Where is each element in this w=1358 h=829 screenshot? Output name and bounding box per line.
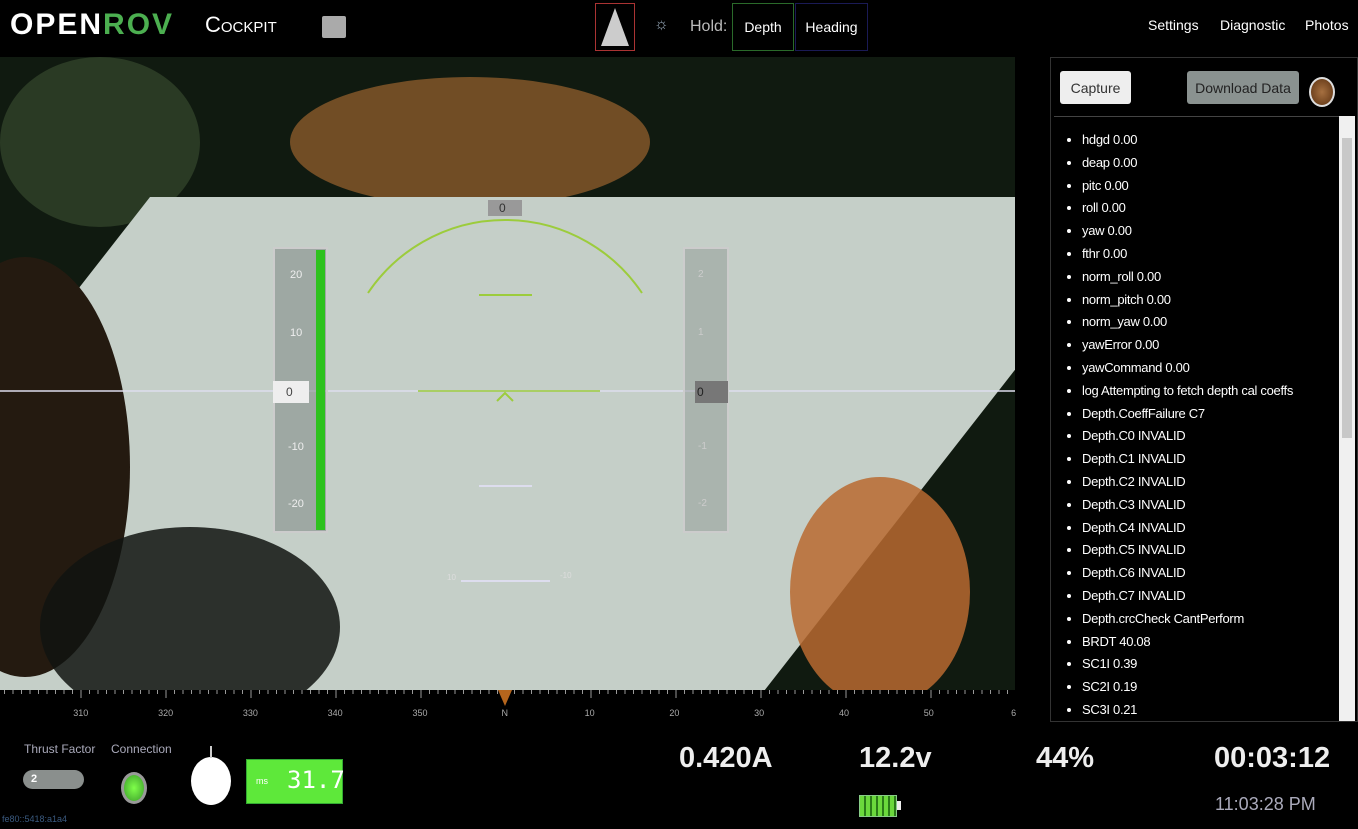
log-entry: log Attempting to fetch depth cal coeffs xyxy=(1082,380,1339,403)
scrollbar-thumb[interactable] xyxy=(1342,138,1352,438)
lights-icon[interactable]: ☼ xyxy=(654,16,669,34)
camera-video-feed: 0 0 0 20 10 -10 -20 2 1 -1 -2 10 -10 xyxy=(0,57,1015,690)
current-readout: 0.420A xyxy=(679,742,773,774)
hold-depth-button[interactable]: Depth xyxy=(732,3,794,51)
top-bar: OPENROV Cockpit ☼ Hold: Depth Heading Se… xyxy=(0,0,1358,57)
battery-percent: 44% xyxy=(1036,742,1095,774)
log-entry: norm_pitch 0.00 xyxy=(1082,289,1339,312)
log-entry: Depth.CoeffFailure C7 xyxy=(1082,403,1339,426)
nav-photos[interactable]: Photos xyxy=(1305,17,1349,33)
hold-label: Hold: xyxy=(690,18,728,35)
app-title: Cockpit xyxy=(205,12,277,37)
hold-heading-button[interactable]: Heading xyxy=(795,3,868,51)
latency-display: ms 31.7 xyxy=(246,759,345,804)
pitch-tick-label: -2 xyxy=(698,498,707,509)
log-entry: Depth.C3 INVALID xyxy=(1082,494,1339,517)
record-indicator-icon[interactable] xyxy=(1309,77,1335,107)
log-entry: Depth.C4 INVALID xyxy=(1082,517,1339,540)
log-entry: roll 0.00 xyxy=(1082,197,1339,220)
capture-button[interactable]: Capture xyxy=(1060,71,1131,104)
log-entry: norm_roll 0.00 xyxy=(1082,266,1339,289)
nav-settings[interactable]: Settings xyxy=(1148,17,1199,33)
compass-label: 350 xyxy=(412,708,428,718)
compass-label: 40 xyxy=(838,708,850,718)
compass-label: 320 xyxy=(158,708,174,718)
log-entry: fthr 0.00 xyxy=(1082,243,1339,266)
log-entry: deap 0.00 xyxy=(1082,152,1339,175)
compass-label: N xyxy=(501,708,509,718)
compass-label: 310 xyxy=(73,708,89,718)
compass-label: 30 xyxy=(754,708,765,718)
compass-label: 340 xyxy=(327,708,343,718)
thrust-factor-value[interactable]: 2 xyxy=(23,770,84,789)
download-data-button[interactable]: Download Data xyxy=(1187,71,1299,104)
log-scrollbar[interactable] xyxy=(1339,116,1355,721)
connection-label: Connection xyxy=(111,742,172,756)
log-entry: SC2I 0.19 xyxy=(1082,676,1339,699)
battery-icon xyxy=(859,795,897,817)
pitch-tick-label: -1 xyxy=(698,441,707,452)
log-entry: Depth.C7 INVALID xyxy=(1082,585,1339,608)
depth-tick-label: 20 xyxy=(290,269,303,281)
log-entry: yawError 0.00 xyxy=(1082,334,1339,357)
pitch-tick-label: 2 xyxy=(698,269,704,280)
heading-readout: 0 xyxy=(499,201,506,215)
log-entry: Depth.C5 INVALID xyxy=(1082,539,1339,562)
log-entry: SC1I 0.39 xyxy=(1082,653,1339,676)
attitude-marker xyxy=(496,391,514,402)
log-entry: pitc 0.00 xyxy=(1082,175,1339,198)
roll-scale-right: -10 xyxy=(560,571,572,580)
pitch-tick-label: 1 xyxy=(698,327,704,338)
elapsed-timer: 00:03:12 xyxy=(1214,742,1331,774)
laser-warning-icon xyxy=(601,8,629,46)
hud-overlay xyxy=(0,200,1015,582)
mouse-icon xyxy=(191,757,231,805)
depth-tick-label: 10 xyxy=(290,327,303,339)
log-entry: Depth.C2 INVALID xyxy=(1082,471,1339,494)
log-entry: norm_yaw 0.00 xyxy=(1082,311,1339,334)
battery-tip xyxy=(897,801,901,810)
logo-rov: ROV xyxy=(103,8,175,41)
voltage-readout: 12.2v xyxy=(859,742,932,774)
mouse-cord xyxy=(210,746,212,758)
connection-indicator-icon xyxy=(121,772,147,804)
telemetry-log: hdgd 0.00deap 0.00pitc 0.00roll 0.00yaw … xyxy=(1054,116,1339,721)
log-entry: Depth.C0 INVALID xyxy=(1082,425,1339,448)
compass-label: 330 xyxy=(242,708,258,718)
log-entry: SC3I 0.21 xyxy=(1082,699,1339,721)
telemetry-panel: Capture Download Data hdgd 0.00deap 0.00… xyxy=(1050,57,1358,722)
log-entry: hdgd 0.00 xyxy=(1082,129,1339,152)
compass-label: 10 xyxy=(584,708,595,718)
roll-scale-left: 10 xyxy=(447,573,456,582)
openrov-logo: OPENROV xyxy=(10,8,174,42)
log-entry: Depth.C1 INVALID xyxy=(1082,448,1339,471)
latency-unit: ms xyxy=(256,776,268,786)
nav-diagnostic[interactable]: Diagnostic xyxy=(1220,17,1285,33)
log-entry: yaw 0.00 xyxy=(1082,220,1339,243)
log-entry: Depth.crcCheck CantPerform xyxy=(1082,608,1339,631)
clock: 11:03:28 PM xyxy=(1215,794,1316,814)
thrust-factor-label: Thrust Factor xyxy=(24,742,96,756)
pitch-readout: 0 xyxy=(697,385,704,399)
latency-value: 31.7 xyxy=(287,766,345,794)
compass-label: 20 xyxy=(669,708,680,718)
depth-readout: 0 xyxy=(286,385,293,399)
compass-label: 6 xyxy=(1011,708,1017,718)
log-entry: yawCommand 0.00 xyxy=(1082,357,1339,380)
log-entry: BRDT 40.08 xyxy=(1082,631,1339,654)
logo-open: OPEN xyxy=(10,8,104,41)
depth-tick-label: -10 xyxy=(288,441,304,453)
heading-pointer xyxy=(498,690,512,706)
laser-toggle-button[interactable] xyxy=(595,3,635,51)
ip-address: fe80::5418:a1a4 xyxy=(2,814,68,824)
compass-label: 50 xyxy=(923,708,934,718)
log-entry: Depth.C6 INVALID xyxy=(1082,562,1339,585)
depth-bar xyxy=(316,250,325,530)
roll-arc xyxy=(367,219,643,294)
keyboard-icon[interactable] xyxy=(322,16,346,38)
depth-tick-label: -20 xyxy=(288,498,304,510)
